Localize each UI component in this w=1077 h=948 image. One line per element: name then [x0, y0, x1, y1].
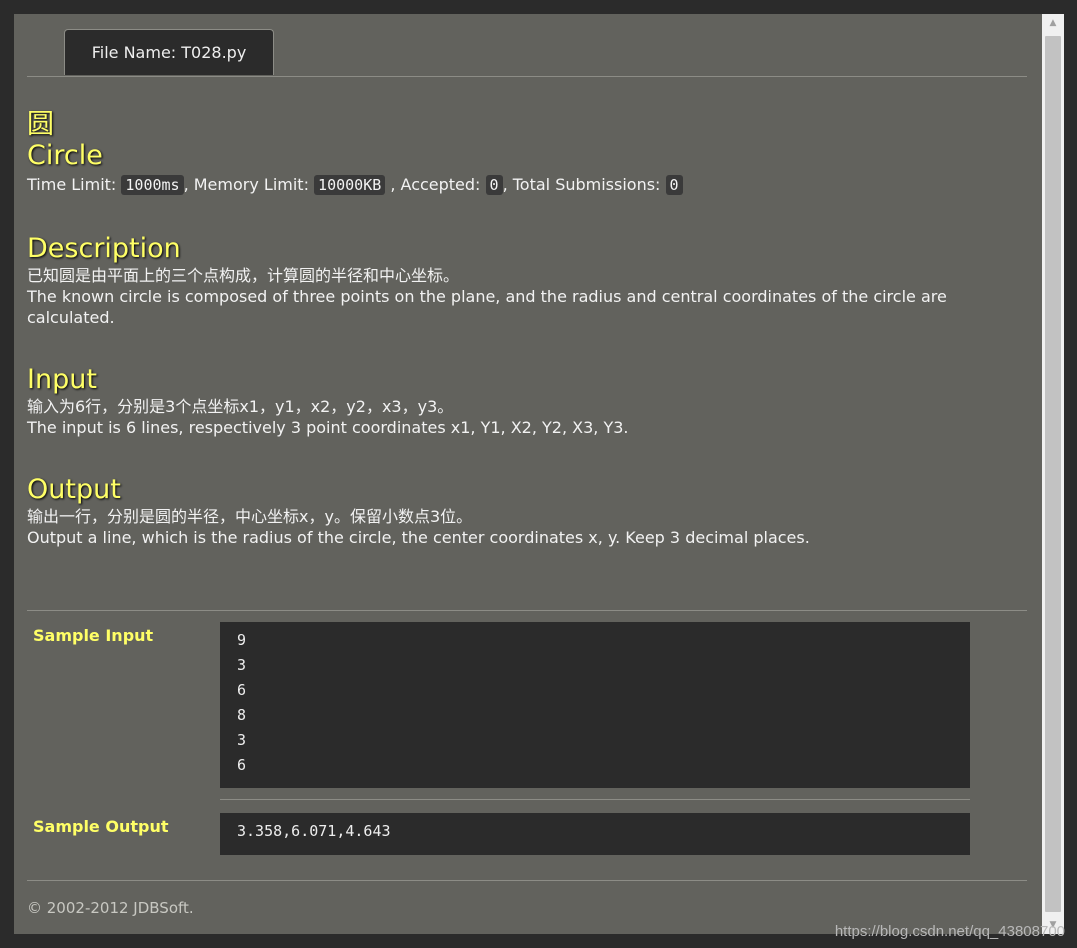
sample-input-line: 6: [237, 681, 247, 699]
accepted-value: 0: [485, 175, 503, 195]
sample-input-label: Sample Input: [33, 626, 154, 645]
problem-window: File Name: T028.py 圆 Circle Time Limit: …: [14, 14, 1042, 934]
problem-content: 圆 Circle Time Limit: 1000ms, Memory Limi…: [27, 109, 1027, 548]
footer-divider: [27, 880, 1027, 881]
sample-input-box: 9 3 6 8 3 6: [220, 622, 970, 788]
footer-copyright: © 2002-2012 JDBSoft.: [27, 899, 194, 917]
problem-title-cn: 圆: [27, 109, 54, 140]
output-en: Output a line, which is the radius of th…: [27, 528, 810, 547]
memory-limit-label: , Memory Limit:: [183, 175, 315, 194]
output-heading: Output: [27, 474, 121, 505]
output-cn: 输出一行，分别是圆的半径，中心坐标x，y。保留小数点3位。: [27, 507, 473, 526]
input-heading: Input: [27, 364, 97, 395]
sample-separator: [220, 799, 970, 800]
description-heading: Description: [27, 233, 181, 264]
sample-output-line: 3.358,6.071,4.643: [237, 822, 391, 840]
tab-divider: [27, 76, 1027, 77]
memory-limit-value: 10000KB: [314, 175, 386, 195]
scrollbar-thumb[interactable]: [1045, 36, 1061, 912]
problem-title-en: Circle: [27, 140, 103, 171]
sample-input-line: 3: [237, 656, 247, 674]
vertical-scrollbar[interactable]: ▲ ▼: [1042, 14, 1064, 934]
tab-file-name[interactable]: File Name: T028.py: [64, 29, 274, 75]
time-limit-label: Time Limit:: [27, 175, 122, 194]
sample-input-line: 8: [237, 706, 247, 724]
watermark: https://blog.csdn.net/qq_43808700: [834, 923, 1065, 940]
time-limit-value: 1000ms: [121, 175, 184, 195]
samples-divider: [27, 610, 1027, 611]
sample-input-line: 9: [237, 631, 247, 649]
sample-output-label: Sample Output: [33, 817, 169, 836]
input-en: The input is 6 lines, respectively 3 poi…: [27, 418, 629, 437]
total-submissions-label: , Total Submissions:: [502, 175, 666, 194]
description-cn: 已知圆是由平面上的三个点构成，计算圆的半径和中心坐标。: [27, 266, 460, 285]
problem-limits: Time Limit: 1000ms, Memory Limit: 10000K…: [27, 171, 1027, 199]
sample-input-line: 3: [237, 731, 247, 749]
description-en: The known circle is composed of three po…: [27, 287, 947, 327]
sample-output-box: 3.358,6.071,4.643: [220, 813, 970, 855]
input-cn: 输入为6行，分别是3个点坐标x1，y1，x2，y2，x3，y3。: [27, 397, 454, 416]
total-submissions-value: 0: [665, 175, 683, 195]
scroll-up-arrow-icon[interactable]: ▲: [1042, 14, 1064, 32]
sample-input-line: 6: [237, 756, 247, 774]
accepted-label: , Accepted:: [385, 175, 486, 194]
